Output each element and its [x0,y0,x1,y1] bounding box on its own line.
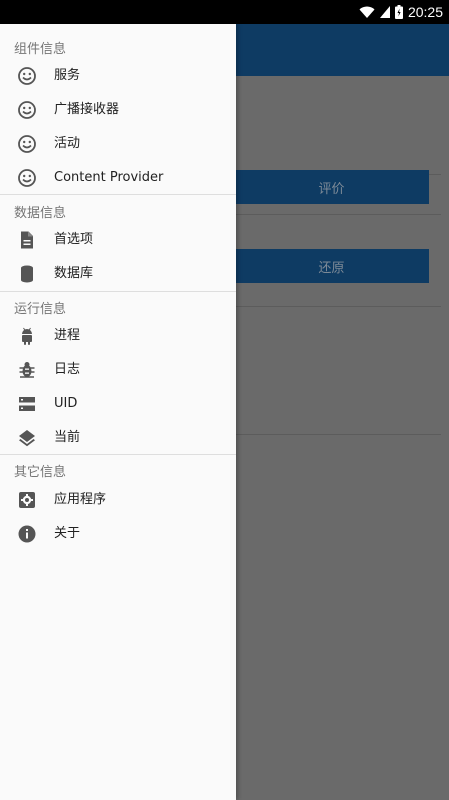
section-header-components: 组件信息 [14,42,67,57]
status-icons: 20:25 [359,0,443,24]
drawer-item-content-provider[interactable]: Content Provider [0,161,236,195]
smiley-icon [18,135,36,153]
bug-icon [19,362,35,378]
section-header-runtime: 运行信息 [14,302,67,317]
info-icon [18,525,36,543]
app-divider [234,214,441,215]
drawer-item-preferences[interactable]: 首选项 [0,223,236,257]
drawer-item-about[interactable]: 关于 [0,517,236,551]
drawer-item-label: 广播接收器 [54,102,120,117]
drawer-item-label: 当前 [54,430,81,445]
section-divider [0,454,236,455]
drawer-item-label: 活动 [54,136,81,151]
drawer-item-label: Content Provider [54,170,164,185]
app-divider [234,306,441,307]
drawer-item-applications[interactable]: 应用程序 [0,483,236,517]
drawer-item-label: 进程 [54,328,81,343]
drawer-item-label: 应用程序 [54,492,107,507]
section-header-data: 数据信息 [14,206,67,221]
drawer-item-processes[interactable]: 进程 [0,319,236,353]
status-bar: 20:25 [0,0,449,24]
drawer-item-label: 数据库 [54,266,94,281]
smiley-icon [18,169,36,187]
app-divider [234,434,441,435]
smiley-icon [18,101,36,119]
drawer-item-broadcast-receivers[interactable]: 广播接收器 [0,93,236,127]
drawer-item-label: 首选项 [54,232,94,247]
signal-icon [379,6,390,18]
section-divider [0,194,236,195]
drawer-item-log[interactable]: 日志 [0,353,236,387]
android-icon [22,327,32,345]
drawer-item-uid[interactable]: UID [0,387,236,421]
section-header-other: 其它信息 [14,465,67,480]
document-icon [21,231,33,249]
storage-icon [19,397,35,411]
wifi-icon [359,6,375,18]
layers-icon [19,430,35,447]
rate-button[interactable]: 评价 [234,170,429,204]
drawer-item-label: 日志 [54,362,81,377]
drawer-item-label: UID [54,396,78,411]
status-time: 20:25 [407,4,443,20]
drawer-item-label: 关于 [54,526,81,541]
navigation-drawer: 组件信息 服务 广播接收器 活动 Content Provider 数据信息 首… [0,24,236,800]
drawer-item-label: 服务 [54,68,81,83]
drawer-item-current[interactable]: 当前 [0,421,236,455]
section-divider [0,291,236,292]
drawer-item-database[interactable]: 数据库 [0,257,236,291]
battery-icon [394,5,403,19]
drawer-item-services[interactable]: 服务 [0,59,236,93]
restore-button[interactable]: 还原 [234,249,429,283]
database-icon [21,265,33,283]
settings-icon [19,492,35,508]
smiley-icon [18,67,36,85]
drawer-item-activities[interactable]: 活动 [0,127,236,161]
